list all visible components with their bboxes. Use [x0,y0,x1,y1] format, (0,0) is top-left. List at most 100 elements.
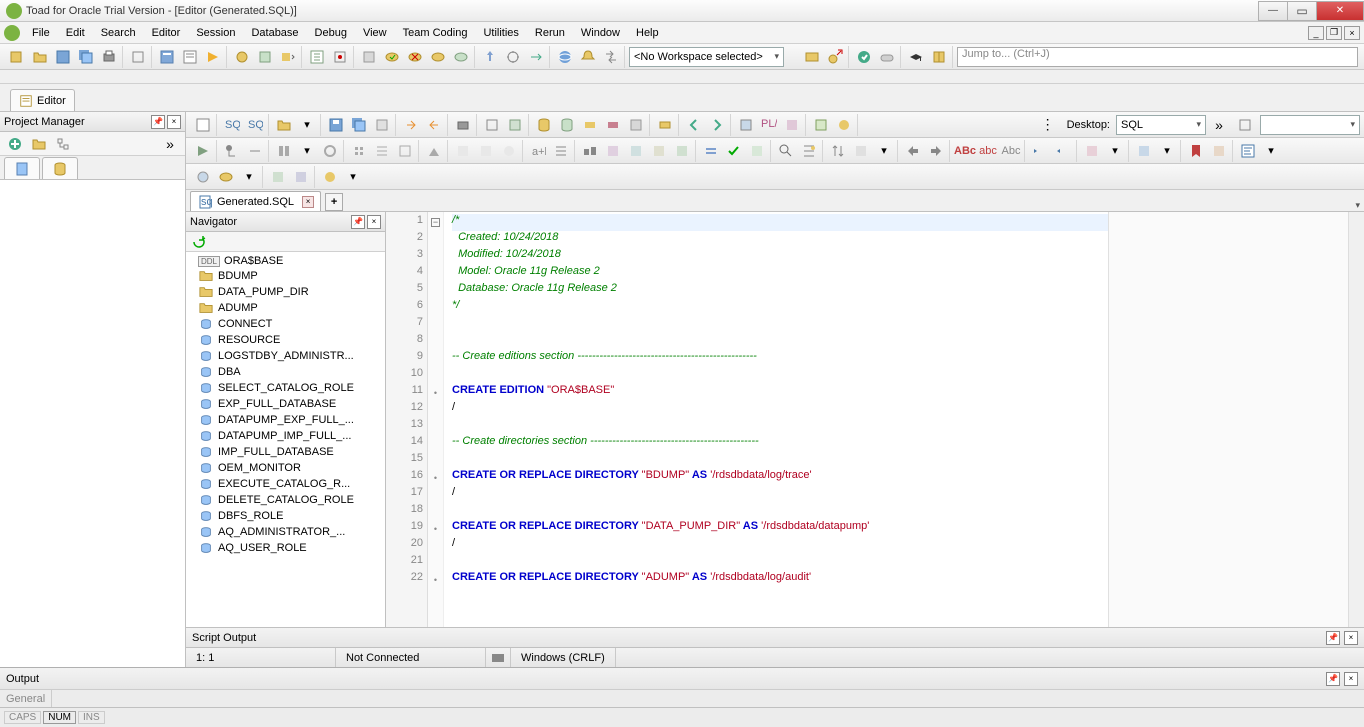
execute-icon[interactable] [202,46,224,68]
et3-btn-4[interactable] [267,166,289,188]
editor-icon[interactable] [179,46,201,68]
toolbar-btn-28[interactable] [853,46,875,68]
code-scrollbar-v[interactable] [1348,212,1364,627]
new-connection-icon[interactable] [6,46,28,68]
et2-btn-16[interactable] [579,140,601,162]
et2-btn-26[interactable] [827,140,849,162]
et2-btn-40[interactable] [1208,140,1230,162]
menu-window[interactable]: Window [573,25,628,41]
et2-step-icon[interactable] [221,140,243,162]
et1-open-dd[interactable]: ▾ [296,114,318,136]
et2-btn-5[interactable]: ▾ [296,140,318,162]
et1-btn-29[interactable]: » [1208,114,1230,136]
et1-open-icon[interactable] [273,114,295,136]
et1-btn-17[interactable] [579,114,601,136]
maximize-button[interactable]: ▭ [1287,1,1317,21]
et2-bookmark-icon[interactable] [1185,140,1207,162]
menu-help[interactable]: Help [628,25,667,41]
et1-btn-14[interactable] [504,114,526,136]
save-icon[interactable] [52,46,74,68]
et1-btn-26[interactable] [810,114,832,136]
et2-btn-35[interactable] [1081,140,1103,162]
et1-fwd-icon[interactable] [706,114,728,136]
workspace-combo[interactable]: <No Workspace selected> [629,47,784,67]
et1-btn-28[interactable]: ⋮ [1037,114,1059,136]
code-lines[interactable]: /* Created: 10/24/2018 Modified: 10/24/2… [444,212,1108,627]
close-button[interactable]: ✕ [1316,1,1364,21]
nav-item-10[interactable]: DATAPUMP_EXP_FULL_... [186,412,385,428]
add-tab-button[interactable]: + [325,193,343,211]
mdi-restore[interactable]: ❐ [1326,26,1342,40]
toolbar-btn-22[interactable] [525,46,547,68]
toolbar-btn-14[interactable] [329,46,351,68]
et2-btn-6[interactable] [319,140,341,162]
menu-editor[interactable]: Editor [144,25,189,41]
nav-item-3[interactable]: ADUMP [186,300,385,316]
nav-close-icon[interactable]: × [367,215,381,229]
et2-btn-8[interactable] [371,140,393,162]
pm-close-icon[interactable]: × [167,115,181,129]
et1-btn-30[interactable] [1234,114,1256,136]
nav-item-16[interactable]: DBFS_ROLE [186,508,385,524]
toolbar-btn-ws[interactable] [554,46,576,68]
toolbar-btn-13[interactable] [306,46,328,68]
menu-teamcoding[interactable]: Team Coding [395,25,476,41]
doc-tabs-menu[interactable]: ▾ [1355,200,1364,211]
et1-btn-1[interactable] [192,114,214,136]
nav-item-0[interactable]: DDLORA$BASE [186,254,385,268]
toolbar-btn-hat[interactable] [905,46,927,68]
nav-item-11[interactable]: DATAPUMP_IMP_FULL_... [186,428,385,444]
et2-btn-21[interactable] [700,140,722,162]
et1-btn-10[interactable] [400,114,422,136]
toolbar-btn-29[interactable] [876,46,898,68]
toolbar-btn-18[interactable] [427,46,449,68]
et2-btn-37[interactable] [1133,140,1155,162]
et2-btn-7[interactable] [348,140,370,162]
menu-file[interactable]: File [24,25,58,41]
mdi-minimize[interactable]: _ [1308,26,1324,40]
menu-view[interactable]: View [355,25,395,41]
nav-item-17[interactable]: AQ_ADMINISTRATOR_... [186,524,385,540]
et1-save-icon[interactable] [325,114,347,136]
rollback-icon[interactable] [404,46,426,68]
et1-sql-icon[interactable]: SQL [221,114,243,136]
et1-btn-25[interactable] [781,114,803,136]
minimize-button[interactable]: — [1258,1,1288,21]
et2-proper-icon[interactable]: Abc [1000,140,1022,162]
et1-btn-27[interactable] [833,114,855,136]
et1-db-icon[interactable] [533,114,555,136]
et1-db2-icon[interactable] [556,114,578,136]
et1-btn-13[interactable] [481,114,503,136]
nav-item-15[interactable]: DELETE_CATALOG_ROLE [186,492,385,508]
code-editor[interactable]: 12345678910111213141516171819202122 − /*… [386,212,1364,627]
nav-item-5[interactable]: RESOURCE [186,332,385,348]
toolbar-btn-11[interactable] [254,46,276,68]
et2-btn-10[interactable] [423,140,445,162]
nav-pin-icon[interactable]: 📌 [351,215,365,229]
save-all-icon[interactable] [75,46,97,68]
toolbar-btn-transfer[interactable] [600,46,622,68]
script-output-pin[interactable]: 📌 [1326,631,1340,645]
et2-btn-13[interactable] [498,140,520,162]
nav-item-4[interactable]: CONNECT [186,316,385,332]
et2-btn-20[interactable] [671,140,693,162]
navigator-tree[interactable]: DDLORA$BASEBDUMPDATA_PUMP_DIRADUMPCONNEC… [186,252,385,627]
et1-btn-11[interactable] [423,114,445,136]
toolbar-btn-21[interactable] [502,46,524,68]
et2-find-icon[interactable] [775,140,797,162]
et2-upper-icon[interactable]: ABc [954,140,976,162]
et2-lower-icon[interactable]: abc [977,140,999,162]
et2-btn-12[interactable] [475,140,497,162]
nav-item-18[interactable]: AQ_USER_ROLE [186,540,385,556]
toolbar-btn-25[interactable] [801,46,823,68]
toolbar-btn-6[interactable] [127,46,149,68]
et2-btn-29[interactable] [902,140,924,162]
pm-more-icon[interactable]: » [159,133,181,155]
menu-session[interactable]: Session [188,25,243,41]
et1-btn-23[interactable] [735,114,757,136]
et2-btn-18[interactable] [625,140,647,162]
editor-tab[interactable]: Editor [10,89,75,111]
script-output-close[interactable]: × [1344,631,1358,645]
pm-tab-page[interactable] [4,157,40,179]
print-icon[interactable] [98,46,120,68]
